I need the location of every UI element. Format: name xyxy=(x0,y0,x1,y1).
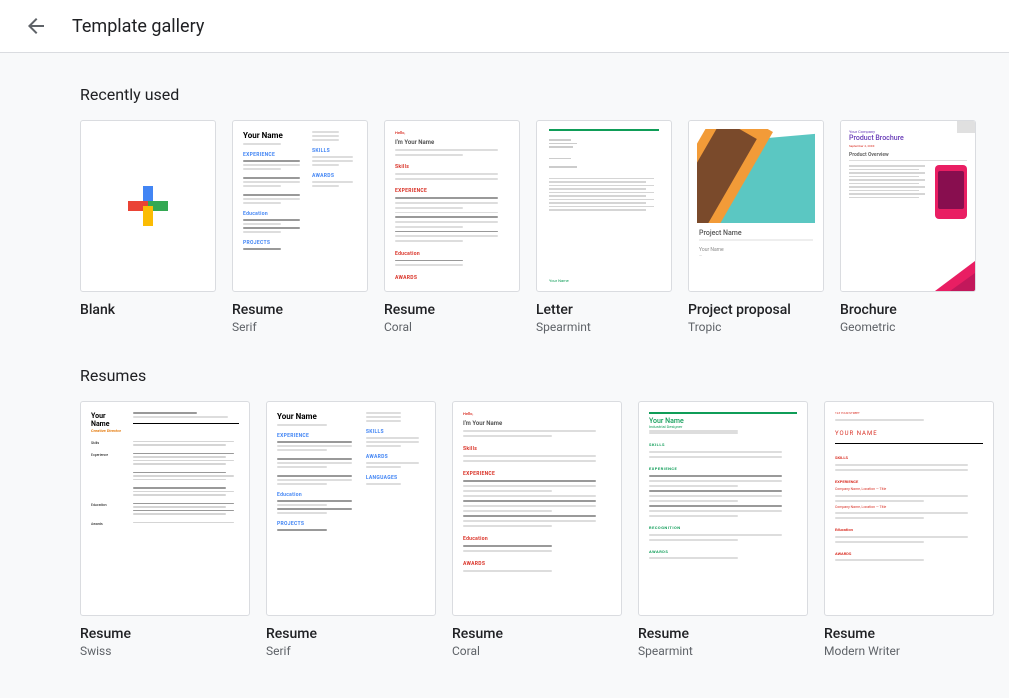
card-subtitle: Tropic xyxy=(688,320,824,334)
template-thumb: Hello, I'm Your Name Skills EXPERIENCE E… xyxy=(452,401,622,616)
template-thumb: 123 YOUR STREET YOUR NAME SKILLS EXPERIE… xyxy=(824,401,994,616)
card-subtitle: Swiss xyxy=(80,644,250,658)
header: Template gallery xyxy=(0,0,1009,53)
card-subtitle: Coral xyxy=(452,644,622,658)
card-subtitle: Spearmint xyxy=(536,320,672,334)
recent-grid: Blank Your Name EXPERIENCE xyxy=(80,120,969,334)
template-thumb xyxy=(80,120,216,292)
template-thumb: Your Name EXPERIENCE Education xyxy=(266,401,436,616)
template-thumb: Your Name xyxy=(536,120,672,292)
template-thumb: Your Name Industrial Designer SKILLS EXP… xyxy=(638,401,808,616)
template-thumb: Project Name Your Name — xyxy=(688,120,824,292)
card-subtitle: Geometric xyxy=(840,320,976,334)
resumes-grid: YourName Creative Director Skills Ex xyxy=(80,401,969,658)
section-title-resumes: Resumes xyxy=(80,366,969,385)
card-title: Resume xyxy=(638,626,808,642)
card-title: Blank xyxy=(80,302,216,318)
section-title-recent: Recently used xyxy=(80,85,969,104)
card-title: Resume xyxy=(452,626,622,642)
template-thumb: Hello, I'm Your Name Skills EXPERIENCE E… xyxy=(384,120,520,292)
card-subtitle: Modern Writer xyxy=(824,644,994,658)
template-card-resume-serif[interactable]: Your Name EXPERIENCE Education xyxy=(232,120,368,334)
arrow-left-icon xyxy=(24,14,48,38)
card-subtitle: Coral xyxy=(384,320,520,334)
card-title: Project proposal xyxy=(688,302,824,318)
card-title: Resume xyxy=(824,626,994,642)
template-card-resume-modern-writer[interactable]: 123 YOUR STREET YOUR NAME SKILLS EXPERIE… xyxy=(824,401,994,658)
template-card-brochure[interactable]: Your Company Product Brochure September … xyxy=(840,120,976,334)
back-button[interactable] xyxy=(24,14,48,38)
card-title: Brochure xyxy=(840,302,976,318)
card-title: Letter xyxy=(536,302,672,318)
template-thumb: Your Name EXPERIENCE Education xyxy=(232,120,368,292)
template-card-project-proposal[interactable]: Project Name Your Name — Project proposa… xyxy=(688,120,824,334)
template-card-resume-coral-2[interactable]: Hello, I'm Your Name Skills EXPERIENCE E… xyxy=(452,401,622,658)
card-title: Resume xyxy=(266,626,436,642)
card-title: Resume xyxy=(384,302,520,318)
template-thumb: Your Company Product Brochure September … xyxy=(840,120,976,292)
page-title: Template gallery xyxy=(72,16,204,37)
card-title: Resume xyxy=(232,302,368,318)
template-card-resume-spearmint[interactable]: Your Name Industrial Designer SKILLS EXP… xyxy=(638,401,808,658)
card-subtitle: Serif xyxy=(266,644,436,658)
template-card-resume-swiss[interactable]: YourName Creative Director Skills Ex xyxy=(80,401,250,658)
template-card-blank[interactable]: Blank xyxy=(80,120,216,334)
card-subtitle: Serif xyxy=(232,320,368,334)
card-subtitle: Spearmint xyxy=(638,644,808,658)
plus-icon xyxy=(128,186,168,226)
template-card-resume-serif-2[interactable]: Your Name EXPERIENCE Education xyxy=(266,401,436,658)
card-title: Resume xyxy=(80,626,250,642)
template-thumb: YourName Creative Director Skills Ex xyxy=(80,401,250,616)
template-card-resume-coral[interactable]: Hello, I'm Your Name Skills EXPERIENCE E… xyxy=(384,120,520,334)
template-card-letter-spearmint[interactable]: Your Name Letter Spearmint xyxy=(536,120,672,334)
content: Recently used Blank Your Name xyxy=(0,53,1009,698)
